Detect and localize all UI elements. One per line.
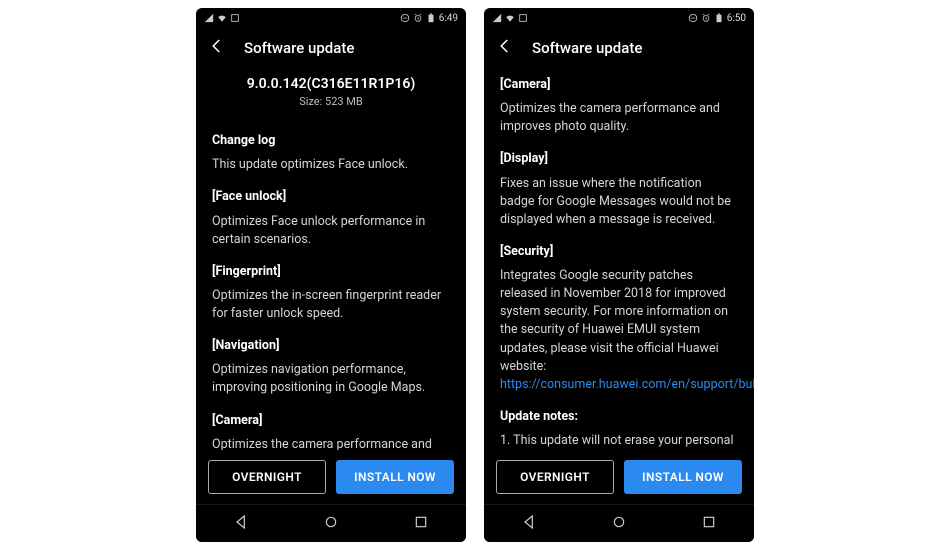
nav-recent-icon[interactable] <box>701 514 717 534</box>
install-now-button[interactable]: INSTALL NOW <box>336 460 454 494</box>
faceunlock-body: Optimizes Face unlock performance in cer… <box>212 213 450 249</box>
version-string: 9.0.0.142(C316E11R1P16) <box>212 74 450 94</box>
display-body: Fixes an issue where the notification ba… <box>500 175 738 229</box>
system-navbar <box>484 504 754 542</box>
nav-recent-icon[interactable] <box>413 514 429 534</box>
navigation-heading: [Navigation] <box>212 337 450 355</box>
nfc-icon <box>230 13 240 23</box>
status-left-icons <box>492 13 528 23</box>
clock-time: 6:50 <box>727 13 746 24</box>
camera-heading: [Camera] <box>500 76 738 94</box>
nav-back-icon[interactable] <box>521 514 537 534</box>
navigation-body: Optimizes navigation performance, improv… <box>212 361 450 397</box>
status-right-icons: 6:49 <box>400 13 458 24</box>
battery-icon <box>714 13 724 23</box>
install-now-button[interactable]: INSTALL NOW <box>624 460 742 494</box>
phone-screenshot-2: 6:50 Software update [Camera] Optimizes … <box>484 8 754 542</box>
title-bar: Software update <box>484 28 754 68</box>
action-buttons: OVERNIGHT INSTALL NOW <box>196 450 466 504</box>
security-heading: [Security] <box>500 243 738 261</box>
update-size: Size: 523 MB <box>212 94 450 110</box>
security-body-text: Integrates Google security patches relea… <box>500 268 728 374</box>
changelog-heading: Change log <box>212 132 450 150</box>
status-bar: 6:50 <box>484 8 754 28</box>
title-bar: Software update <box>196 28 466 68</box>
alarm-icon <box>413 13 423 23</box>
fingerprint-heading: [Fingerprint] <box>212 263 450 281</box>
security-body: Integrates Google security patches relea… <box>500 267 738 394</box>
update-content[interactable]: [Camera] Optimizes the camera performanc… <box>484 68 754 450</box>
clock-time: 6:49 <box>439 13 458 24</box>
alarm-icon <box>701 13 711 23</box>
dnd-icon <box>688 13 698 23</box>
signal-icon <box>204 13 214 23</box>
nfc-icon <box>518 13 528 23</box>
page-title: Software update <box>244 39 354 57</box>
camera-body: Optimizes the camera performance and imp… <box>212 436 450 450</box>
camera-body: Optimizes the camera performance and imp… <box>500 100 738 136</box>
update-notes-heading: Update notes: <box>500 408 738 426</box>
back-icon[interactable] <box>208 37 226 59</box>
nav-home-icon[interactable] <box>611 514 627 534</box>
nav-home-icon[interactable] <box>323 514 339 534</box>
back-icon[interactable] <box>496 37 514 59</box>
system-navbar <box>196 504 466 542</box>
update-content[interactable]: 9.0.0.142(C316E11R1P16) Size: 523 MB Cha… <box>196 68 466 450</box>
status-left-icons <box>204 13 240 23</box>
nav-back-icon[interactable] <box>233 514 249 534</box>
fingerprint-body: Optimizes the in-screen fingerprint read… <box>212 287 450 323</box>
battery-icon <box>426 13 436 23</box>
faceunlock-heading: [Face unlock] <box>212 188 450 206</box>
page-title: Software update <box>532 39 642 57</box>
display-heading: [Display] <box>500 150 738 168</box>
action-buttons: OVERNIGHT INSTALL NOW <box>484 450 754 504</box>
signal-icon <box>492 13 502 23</box>
wifi-icon <box>217 13 227 23</box>
status-right-icons: 6:50 <box>688 13 746 24</box>
phone-screenshot-1: 6:49 Software update 9.0.0.142(C316E11R1… <box>196 8 466 542</box>
changelog-intro: This update optimizes Face unlock. <box>212 156 450 174</box>
camera-heading: [Camera] <box>212 412 450 430</box>
status-bar: 6:49 <box>196 8 466 28</box>
overnight-button[interactable]: OVERNIGHT <box>496 460 614 494</box>
update-note-1: 1. This update will not erase your perso… <box>500 432 738 450</box>
dnd-icon <box>400 13 410 23</box>
wifi-icon <box>505 13 515 23</box>
security-link[interactable]: https://consumer.huawei.com/en/support/b… <box>500 377 754 392</box>
overnight-button[interactable]: OVERNIGHT <box>208 460 326 494</box>
